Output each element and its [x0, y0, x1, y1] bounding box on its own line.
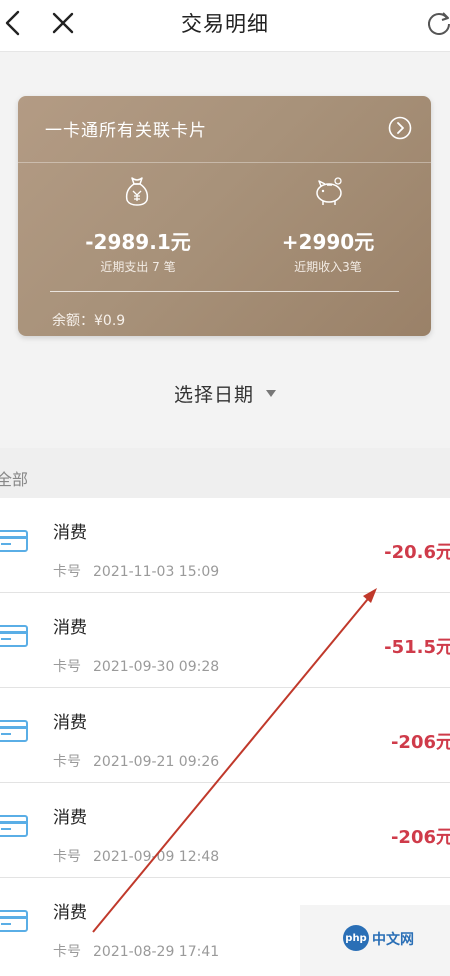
transaction-type: 消费: [53, 713, 87, 733]
bank-card-icon: [0, 718, 28, 744]
bank-card-icon: [0, 623, 28, 649]
transaction-datetime: 2021-09-30 09:28: [93, 659, 220, 675]
refresh-icon[interactable]: [424, 8, 450, 38]
section-label: 全部: [0, 470, 29, 489]
transaction-meta: 卡号 2021-09-30 09:28: [53, 656, 219, 676]
money-bag-icon: [120, 174, 154, 208]
transaction-row[interactable]: 消费 卡号 2021-11-03 15:09 -20.6元: [0, 498, 450, 593]
expense-amount: -2989.1元: [85, 230, 191, 254]
balance-text: 余额：¥0.9: [52, 313, 126, 329]
date-selector[interactable]: 选择日期: [0, 380, 450, 407]
transaction-meta: 卡号 2021-11-03 15:09: [53, 561, 219, 581]
bank-card-icon: [0, 813, 28, 839]
transaction-row[interactable]: 消费 卡号 2021-09-09 12:48 -206元: [0, 783, 450, 878]
section-header: 全部: [0, 448, 450, 498]
transaction-amount: -20.6元: [384, 542, 450, 563]
transaction-datetime: 2021-08-29 17:41: [93, 944, 220, 960]
header-bar: 交易明细: [0, 0, 450, 52]
piggy-bank-icon: [311, 176, 347, 208]
transaction-amount: -206元: [390, 732, 450, 753]
chevron-right-circle-icon[interactable]: [388, 116, 412, 140]
caret-down-icon: [266, 390, 276, 397]
transaction-datetime: 2021-11-03 15:09: [93, 564, 220, 580]
transaction-datetime: 2021-09-21 09:26: [93, 754, 220, 770]
page-title: 交易明细: [181, 12, 269, 36]
card-number-label: 卡号: [53, 754, 81, 770]
transaction-row[interactable]: 消费 卡号 2021-09-21 09:26 -206元: [0, 688, 450, 783]
transaction-datetime: 2021-09-09 12:48: [93, 849, 220, 865]
balance-divider: [50, 291, 399, 292]
transaction-type: 消费: [53, 523, 87, 543]
transaction-amount: -206元: [390, 827, 450, 848]
income-note: 近期收入3笔: [294, 260, 362, 274]
card-title: 一卡通所有关联卡片: [45, 121, 207, 141]
transaction-row[interactable]: 消费 卡号 2021-09-30 09:28 -51.5元: [0, 593, 450, 688]
bank-card-icon: [0, 908, 28, 934]
watermark-logo: php: [343, 925, 369, 951]
card-number-label: 卡号: [53, 659, 81, 675]
card-number-label: 卡号: [53, 564, 81, 580]
transaction-type: 消费: [53, 903, 87, 923]
card-number-label: 卡号: [53, 944, 81, 960]
income-amount: +2990元: [281, 230, 375, 254]
date-selector-label: 选择日期: [173, 384, 254, 406]
transaction-amount: -51.5元: [384, 637, 450, 658]
transaction-type: 消费: [53, 618, 87, 638]
transaction-meta: 卡号 2021-09-09 12:48: [53, 846, 219, 866]
transaction-type: 消费: [53, 808, 87, 828]
card-number-label: 卡号: [53, 849, 81, 865]
expense-note: 近期支出 7 笔: [100, 260, 176, 274]
card-divider: [18, 162, 431, 163]
transaction-meta: 卡号 2021-08-29 17:41: [53, 941, 219, 961]
summary-area: 一卡通所有关联卡片 -2989.1元 +2990元 近期支出 7 笔 近期收入3…: [0, 52, 450, 448]
watermark-text: 中文网: [372, 932, 414, 948]
transaction-meta: 卡号 2021-09-21 09:26: [53, 751, 219, 771]
bank-card-icon: [0, 528, 28, 554]
summary-card[interactable]: 一卡通所有关联卡片 -2989.1元 +2990元 近期支出 7 笔 近期收入3…: [18, 96, 431, 336]
